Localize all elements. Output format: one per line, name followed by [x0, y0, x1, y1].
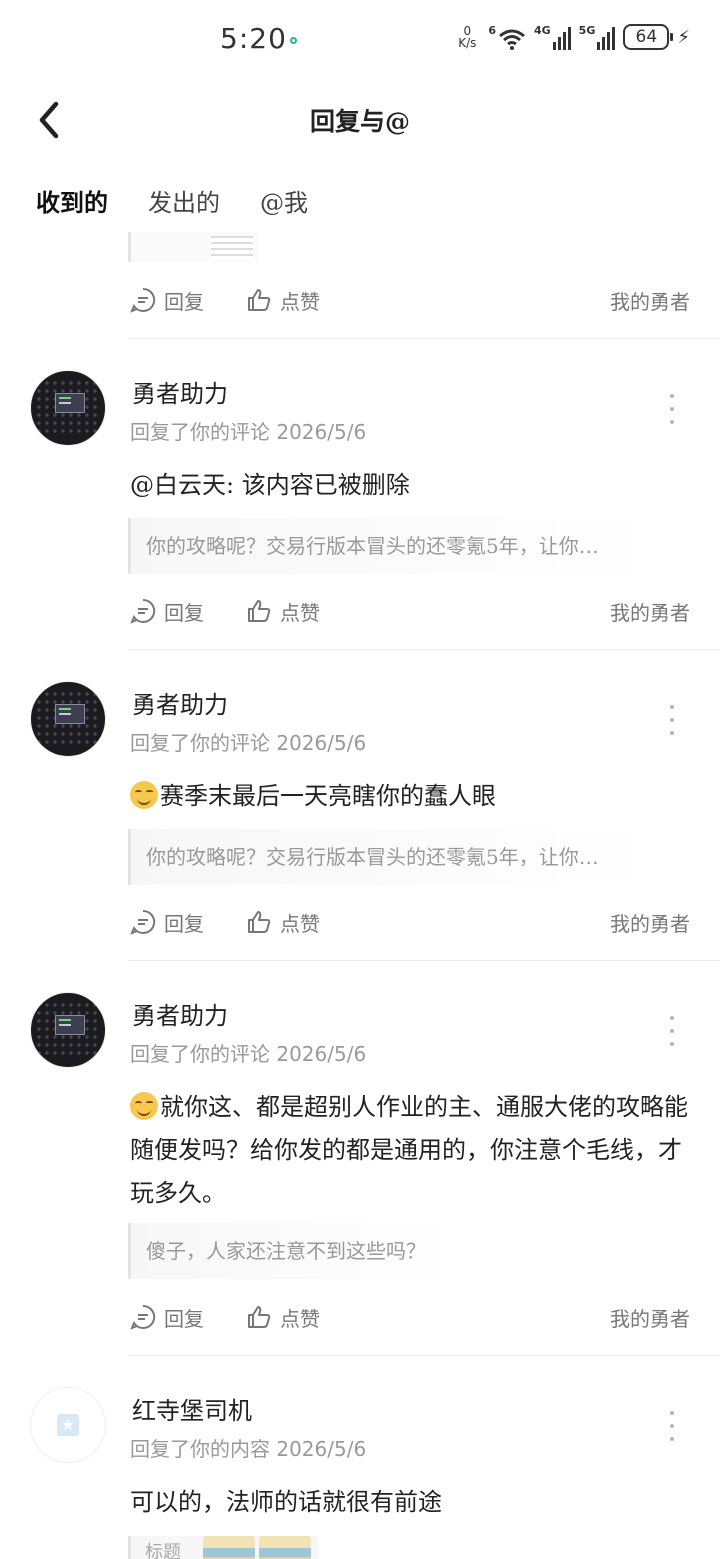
- thumbs-up-icon: [248, 289, 271, 311]
- status-bar: 5:20 0 K/s 6 4G 5G 64 ⚡: [0, 0, 720, 80]
- divider: [128, 1355, 720, 1356]
- avatar[interactable]: [30, 370, 106, 446]
- comment-text: 赛季末最后一天亮瞎你的蠢人眼: [130, 775, 690, 818]
- reply-meta: 回复了你的内容 2026/5/6: [130, 1437, 367, 1461]
- avatar[interactable]: ★: [30, 1387, 106, 1463]
- comment-icon: [130, 909, 156, 935]
- user-name[interactable]: 红寺堡司机: [132, 1391, 252, 1426]
- tab-sent[interactable]: 发出的: [148, 183, 220, 218]
- more-options-button[interactable]: [662, 394, 682, 424]
- net-speed: 0 K/s: [458, 24, 477, 50]
- tab-mentions[interactable]: @我: [260, 183, 308, 218]
- source-link[interactable]: 我的勇者: [610, 597, 690, 626]
- reply-button[interactable]: 回复: [130, 597, 204, 626]
- divider: [128, 960, 720, 961]
- user-name[interactable]: 勇者助力: [132, 996, 228, 1031]
- source-link[interactable]: 我的勇者: [610, 286, 690, 315]
- notification-dot-icon: [290, 37, 297, 44]
- reply-meta: 回复了你的评论 2026/5/6: [130, 420, 367, 444]
- avatar[interactable]: [30, 681, 106, 757]
- quoted-comment[interactable]: 傻子，人家还注意不到这些吗？: [128, 1223, 458, 1279]
- like-button[interactable]: 点赞: [246, 597, 320, 626]
- comment-icon: [130, 1304, 156, 1330]
- comment-text: @白云天: 该内容已被删除: [130, 471, 410, 499]
- divider: [128, 649, 720, 650]
- status-time: 5:20: [220, 22, 287, 55]
- reply-button[interactable]: 回复: [130, 286, 204, 315]
- more-options-button[interactable]: [662, 1411, 682, 1441]
- thumbs-up-icon: [248, 600, 271, 622]
- signal-5g-icon: 5G: [579, 24, 616, 50]
- reply-button[interactable]: 回复: [130, 908, 204, 937]
- like-button[interactable]: 点赞: [246, 286, 320, 315]
- tab-received[interactable]: 收到的: [36, 183, 108, 226]
- comment-icon: [130, 287, 156, 313]
- lightning-icon: ⚡: [677, 26, 690, 48]
- more-options-button[interactable]: [662, 705, 682, 735]
- battery-icon: 64: [623, 24, 674, 50]
- comment-text: 可以的，法师的话就很有前途: [130, 1488, 442, 1516]
- source-link[interactable]: 我的勇者: [610, 1303, 690, 1332]
- comment-text: 就你这、都是超别人作业的主、通服大佬的攻略能随便发吗？给你发的都是通用的，你注意…: [130, 1092, 688, 1207]
- status-indicators: 0 K/s 6 4G 5G 64 ⚡: [454, 24, 690, 50]
- reply-feed[interactable]: 回复 点赞 我的勇者 勇者助力 回复了你的评论 2026/5/6 @白云天: 该…: [0, 232, 720, 1559]
- reply-button[interactable]: 回复: [130, 1303, 204, 1332]
- page-title: 回复与@: [309, 107, 410, 136]
- thumbs-up-icon: [248, 1306, 271, 1328]
- action-bar: 回复 点赞 我的勇者: [130, 905, 690, 939]
- comment-icon: [130, 598, 156, 624]
- top-nav: 回复与@: [0, 80, 720, 160]
- default-avatar-icon: ★: [57, 1414, 79, 1436]
- user-name[interactable]: 勇者助力: [132, 374, 228, 409]
- like-button[interactable]: 点赞: [246, 908, 320, 937]
- smile-emoji-icon: [130, 781, 158, 809]
- quoted-comment[interactable]: 你的攻略呢？交易行版本冒头的还零氪5年，让你…: [128, 518, 660, 574]
- wifi-icon: 6: [488, 24, 526, 50]
- quoted-content[interactable]: 标题: [128, 1536, 318, 1559]
- source-link[interactable]: 我的勇者: [610, 908, 690, 937]
- smile-emoji-icon: [130, 1092, 158, 1120]
- reply-meta: 回复了你的评论 2026/5/6: [130, 1042, 367, 1066]
- avatar[interactable]: [30, 992, 106, 1068]
- signal-4g-icon: 4G: [534, 24, 571, 50]
- action-bar: 回复 点赞 我的勇者: [130, 1300, 690, 1334]
- reply-meta: 回复了你的评论 2026/5/6: [130, 731, 367, 755]
- more-options-button[interactable]: [662, 1016, 682, 1046]
- action-bar: 回复 点赞 我的勇者: [130, 283, 690, 317]
- user-name[interactable]: 勇者助力: [132, 685, 228, 720]
- quoted-content[interactable]: [128, 232, 258, 262]
- action-bar: 回复 点赞 我的勇者: [130, 594, 690, 628]
- quoted-comment[interactable]: 你的攻略呢？交易行版本冒头的还零氪5年，让你…: [128, 829, 660, 885]
- tab-bar: 收到的 发出的 @我: [36, 183, 308, 226]
- divider: [128, 338, 720, 339]
- quote-thumbnails: [203, 1536, 311, 1559]
- thumbs-up-icon: [248, 911, 271, 933]
- quote-thumbnail: [211, 236, 253, 260]
- like-button[interactable]: 点赞: [246, 1303, 320, 1332]
